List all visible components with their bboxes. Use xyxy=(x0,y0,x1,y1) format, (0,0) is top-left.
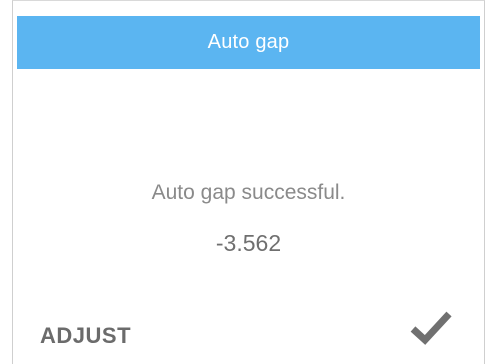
confirm-button[interactable] xyxy=(409,307,453,347)
gap-value: -3.562 xyxy=(215,230,282,256)
checkmark-icon xyxy=(410,311,452,345)
dialog-title: Auto gap xyxy=(207,31,290,53)
dialog-title-bar: Auto gap xyxy=(17,16,480,69)
auto-gap-dialog: Auto gap Auto gap successful. -3.562 ADJ… xyxy=(12,0,485,364)
status-message: Auto gap successful. xyxy=(151,181,346,204)
adjust-button[interactable]: ADJUST xyxy=(40,323,131,349)
